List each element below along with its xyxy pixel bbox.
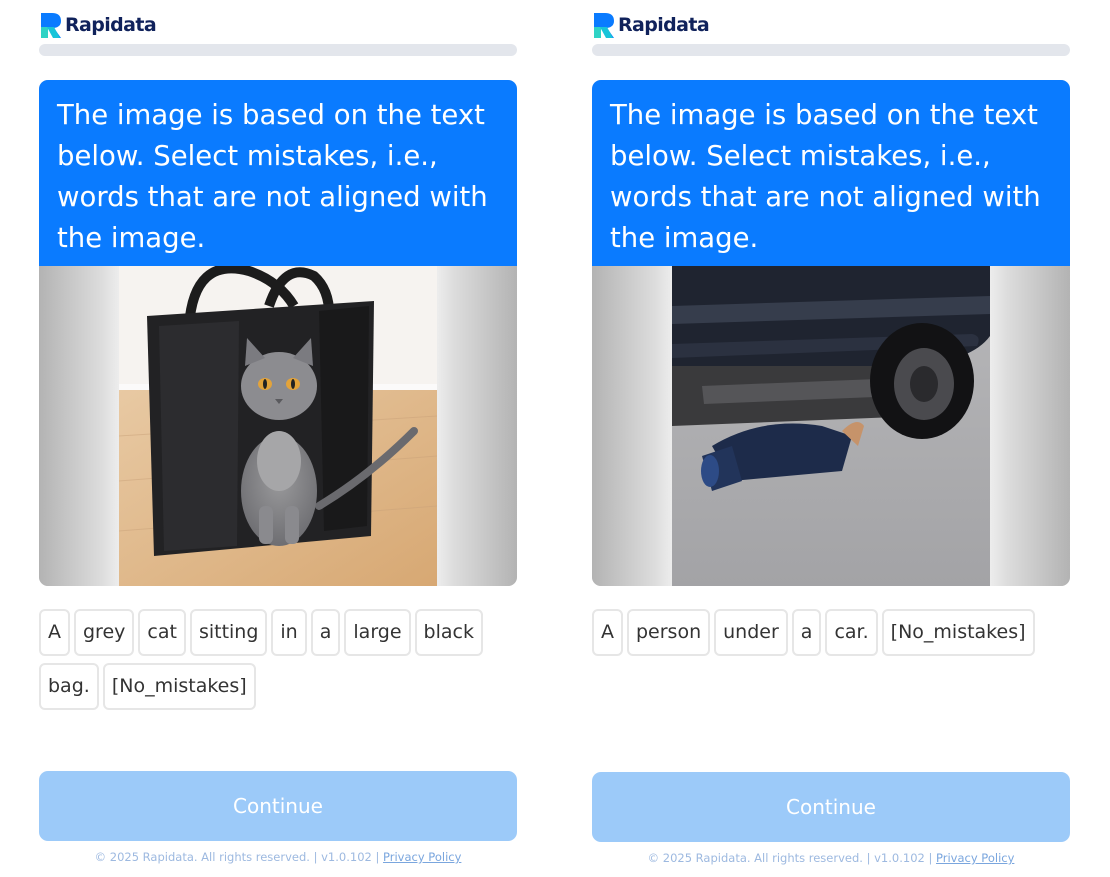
progress-bar xyxy=(39,44,517,56)
progress-bar xyxy=(592,44,1070,56)
word-option[interactable]: a xyxy=(791,609,822,656)
rapidata-logo: Rapidata xyxy=(592,9,710,41)
brand-name: Rapidata xyxy=(65,14,157,36)
word-option[interactable]: car. xyxy=(825,609,878,656)
word-option[interactable]: black xyxy=(414,609,483,656)
word-options: A grey cat sitting in a large black bag.… xyxy=(39,609,517,713)
word-option[interactable]: cat xyxy=(138,609,186,656)
word-option[interactable]: A xyxy=(39,609,70,656)
word-option[interactable]: sitting xyxy=(189,609,268,656)
task-card: The image is based on the text below. Se… xyxy=(592,80,1070,586)
rapidata-logo-icon xyxy=(594,13,614,38)
word-option[interactable]: A xyxy=(592,609,623,656)
continue-button[interactable]: Continue xyxy=(592,772,1070,842)
privacy-policy-link[interactable]: Privacy Policy xyxy=(383,850,461,864)
task-prompt: The image is based on the text below. Se… xyxy=(39,80,517,266)
footer: © 2025 Rapidata. All rights reserved. | … xyxy=(39,850,517,864)
privacy-policy-link[interactable]: Privacy Policy xyxy=(936,851,1014,865)
continue-button[interactable]: Continue xyxy=(39,771,517,841)
brand-name: Rapidata xyxy=(618,14,710,36)
task-card: The image is based on the text below. Se… xyxy=(39,80,517,586)
word-option[interactable]: under xyxy=(714,609,788,656)
generated-image-frame xyxy=(592,266,1070,586)
task-panel-1: Rapidata The image is based on the text … xyxy=(39,0,517,877)
rapidata-logo-icon xyxy=(41,13,61,38)
cat-bag-image xyxy=(119,266,437,586)
copyright-text: © 2025 Rapidata. All rights reserved. | … xyxy=(647,851,937,865)
footer: © 2025 Rapidata. All rights reserved. | … xyxy=(592,851,1070,865)
copyright-text: © 2025 Rapidata. All rights reserved. | … xyxy=(94,850,384,864)
no-mistakes-option[interactable]: [No_mistakes] xyxy=(881,609,1035,656)
rapidata-logo: Rapidata xyxy=(39,9,157,41)
word-option[interactable]: person xyxy=(627,609,711,656)
car-person-image xyxy=(672,266,990,586)
task-panel-2: Rapidata The image is based on the text … xyxy=(592,0,1070,877)
word-option[interactable]: bag. xyxy=(39,663,99,710)
word-option[interactable]: in xyxy=(271,609,307,656)
word-options: A person under a car. [No_mistakes] xyxy=(592,609,1070,659)
word-option[interactable]: a xyxy=(310,609,341,656)
generated-image-frame xyxy=(39,266,517,586)
no-mistakes-option[interactable]: [No_mistakes] xyxy=(102,663,256,710)
word-option[interactable]: grey xyxy=(74,609,135,656)
word-option[interactable]: large xyxy=(344,609,411,656)
task-prompt: The image is based on the text below. Se… xyxy=(592,80,1070,266)
